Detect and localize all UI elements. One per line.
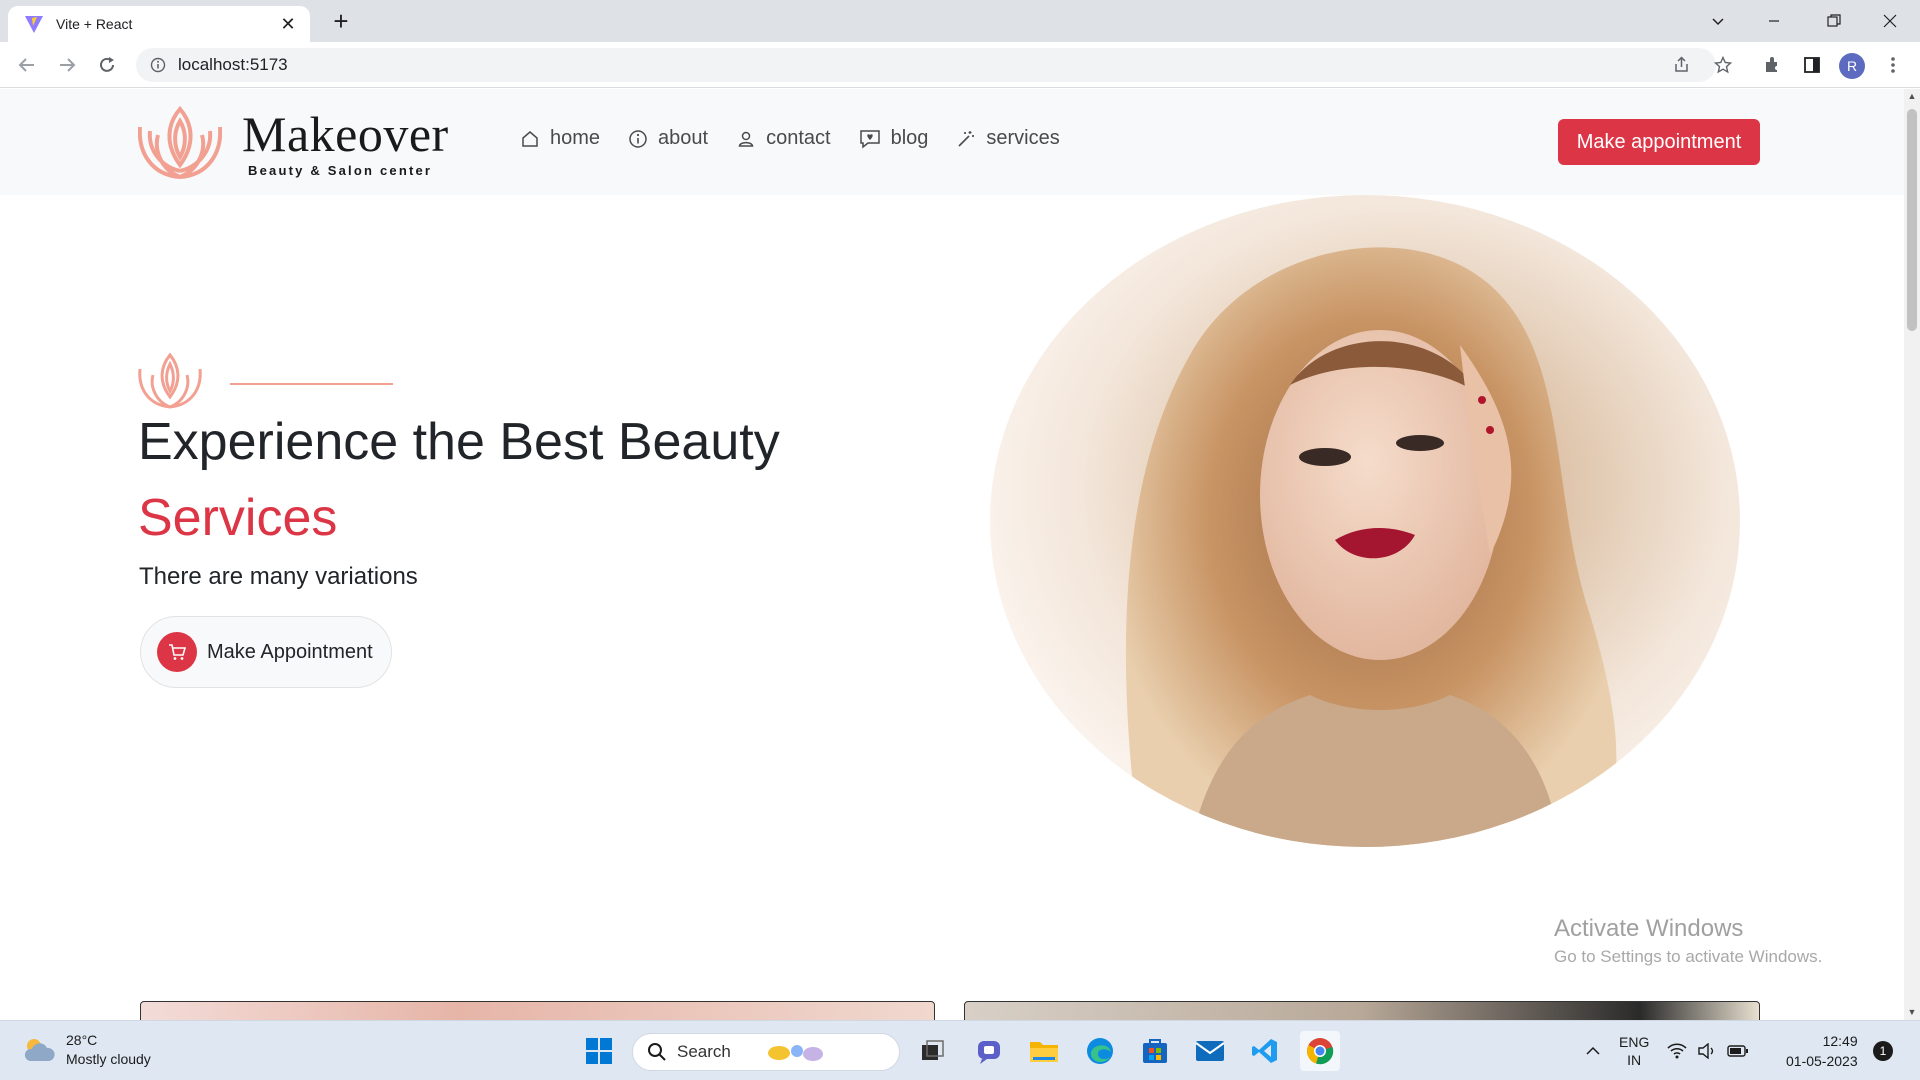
browser-toolbar: localhost:5173 R xyxy=(0,42,1920,88)
lang-line2: IN xyxy=(1627,1052,1642,1068)
activate-windows-watermark: Activate Windows Go to Settings to activ… xyxy=(1554,915,1822,967)
clock-time: 12:49 xyxy=(1822,1033,1858,1049)
nav-home-label: home xyxy=(550,127,601,149)
service-card-image xyxy=(964,1001,1760,1020)
service-card-image xyxy=(140,1001,935,1020)
menu-kebab-icon[interactable] xyxy=(1878,50,1908,80)
lotus-decor-icon xyxy=(138,352,202,409)
minimize-button[interactable] xyxy=(1746,0,1802,42)
info-icon xyxy=(629,129,647,148)
woman-portrait-image xyxy=(1125,247,1617,847)
reload-button[interactable] xyxy=(92,50,122,80)
scrollbar-thumb[interactable] xyxy=(1907,109,1917,331)
back-button[interactable] xyxy=(12,50,42,80)
teams-chat-icon[interactable] xyxy=(970,1031,1010,1071)
lang-line1: ENG xyxy=(1619,1034,1650,1050)
home-icon xyxy=(522,130,538,147)
system-tray: ENG IN xyxy=(1585,1021,1749,1080)
windows-logo-icon xyxy=(586,1038,612,1064)
windows-taskbar: 28°C Mostly cloudy Search ENG IN 12:49 0… xyxy=(0,1020,1920,1080)
clock[interactable]: 12:49 01-05-2023 xyxy=(1786,1031,1858,1071)
nav-contact[interactable]: contact xyxy=(736,127,831,150)
wifi-icon[interactable] xyxy=(1667,1043,1687,1059)
browser-tab-strip: Vite + React ✕ + xyxy=(0,0,1920,42)
address-bar[interactable]: localhost:5173 xyxy=(136,48,1716,82)
clock-date: 01-05-2023 xyxy=(1786,1053,1858,1069)
nav-blog[interactable]: blog xyxy=(859,127,929,150)
hero-headline-accent: Services xyxy=(138,489,338,547)
nav-services-label: services xyxy=(986,127,1060,149)
url-text: localhost:5173 xyxy=(178,55,288,74)
microsoft-store-icon[interactable] xyxy=(1135,1031,1175,1071)
weather-desc: Mostly cloudy xyxy=(66,1051,151,1067)
restore-button[interactable] xyxy=(1806,0,1862,42)
nav-about-label: about xyxy=(658,127,709,149)
make-appointment-button[interactable]: Make appointment xyxy=(1558,119,1760,165)
hero-image xyxy=(990,195,1740,847)
extensions-icon[interactable] xyxy=(1757,50,1787,80)
share-icon[interactable] xyxy=(1667,50,1697,80)
site-info-icon[interactable] xyxy=(150,57,166,73)
watermark-subtitle: Go to Settings to activate Windows. xyxy=(1554,947,1823,966)
vite-logo-icon xyxy=(25,16,43,33)
hero-tagline: There are many variations xyxy=(139,563,418,590)
chat-icon xyxy=(859,129,880,149)
page-scrollbar[interactable]: ▲ ▼ xyxy=(1904,89,1920,1020)
magic-wand-icon xyxy=(958,130,975,147)
brand-name: Makeover xyxy=(242,105,449,162)
file-explorer-icon[interactable] xyxy=(1024,1031,1064,1071)
notification-badge[interactable]: 1 xyxy=(1873,1041,1893,1061)
nav-blog-label: blog xyxy=(890,127,929,149)
brand-subtitle: Beauty & Salon center xyxy=(248,162,433,178)
language-indicator[interactable]: ENG IN xyxy=(1619,1033,1649,1069)
chrome-icon[interactable] xyxy=(1300,1031,1340,1071)
scroll-down-arrow-icon[interactable]: ▼ xyxy=(1907,1007,1917,1017)
accent-divider xyxy=(230,383,393,385)
user-icon xyxy=(738,131,754,147)
watermark-title: Activate Windows xyxy=(1554,915,1744,942)
taskbar-search[interactable]: Search xyxy=(632,1033,900,1071)
weather-temp: 28°C xyxy=(66,1032,98,1048)
page-viewport: Makeover Beauty & Salon center home abou… xyxy=(0,89,1904,1020)
cloudy-weather-icon xyxy=(24,1039,55,1061)
nav-about[interactable]: about xyxy=(628,127,708,150)
browser-tab[interactable]: Vite + React ✕ xyxy=(8,6,310,42)
search-label: Search xyxy=(677,1042,731,1061)
bookmark-star-icon[interactable] xyxy=(1708,50,1738,80)
edge-browser-icon[interactable] xyxy=(1080,1031,1120,1071)
forward-button[interactable] xyxy=(52,50,82,80)
nav-contact-label: contact xyxy=(766,127,831,149)
battery-icon[interactable] xyxy=(1727,1044,1749,1058)
start-button[interactable] xyxy=(579,1031,619,1071)
hero-headline: Experience the Best Beauty xyxy=(138,413,780,471)
search-icon xyxy=(648,1043,666,1061)
tab-search-icon[interactable] xyxy=(1690,0,1746,42)
site-header: Makeover Beauty & Salon center home abou… xyxy=(0,89,1904,195)
mail-icon[interactable] xyxy=(1190,1031,1230,1071)
nav-home[interactable]: home xyxy=(520,127,600,150)
main-nav: home about contact blog services xyxy=(520,127,1088,150)
side-panel-icon[interactable] xyxy=(1797,50,1827,80)
weather-widget[interactable]: 28°C Mostly cloudy xyxy=(22,1031,151,1069)
lotus-logo-icon xyxy=(138,105,222,179)
task-view-icon[interactable] xyxy=(913,1031,953,1071)
volume-icon[interactable] xyxy=(1697,1043,1717,1059)
nav-services[interactable]: services xyxy=(956,127,1060,150)
vscode-icon[interactable] xyxy=(1245,1031,1285,1071)
new-tab-button[interactable]: + xyxy=(326,6,356,36)
hero-make-appointment-button[interactable]: Make Appointment xyxy=(140,616,392,688)
scroll-up-arrow-icon[interactable]: ▲ xyxy=(1907,91,1917,101)
search-highlight-icon xyxy=(767,1045,823,1061)
cta-label: Make Appointment xyxy=(207,640,373,663)
cart-icon xyxy=(157,632,197,672)
tab-title: Vite + React xyxy=(56,16,133,32)
close-window-button[interactable] xyxy=(1862,0,1918,42)
close-tab-icon[interactable]: ✕ xyxy=(276,14,300,35)
site-logo[interactable]: Makeover Beauty & Salon center xyxy=(138,105,449,181)
profile-avatar[interactable]: R xyxy=(1839,53,1865,79)
tray-overflow-chevron-icon[interactable] xyxy=(1585,1046,1601,1056)
